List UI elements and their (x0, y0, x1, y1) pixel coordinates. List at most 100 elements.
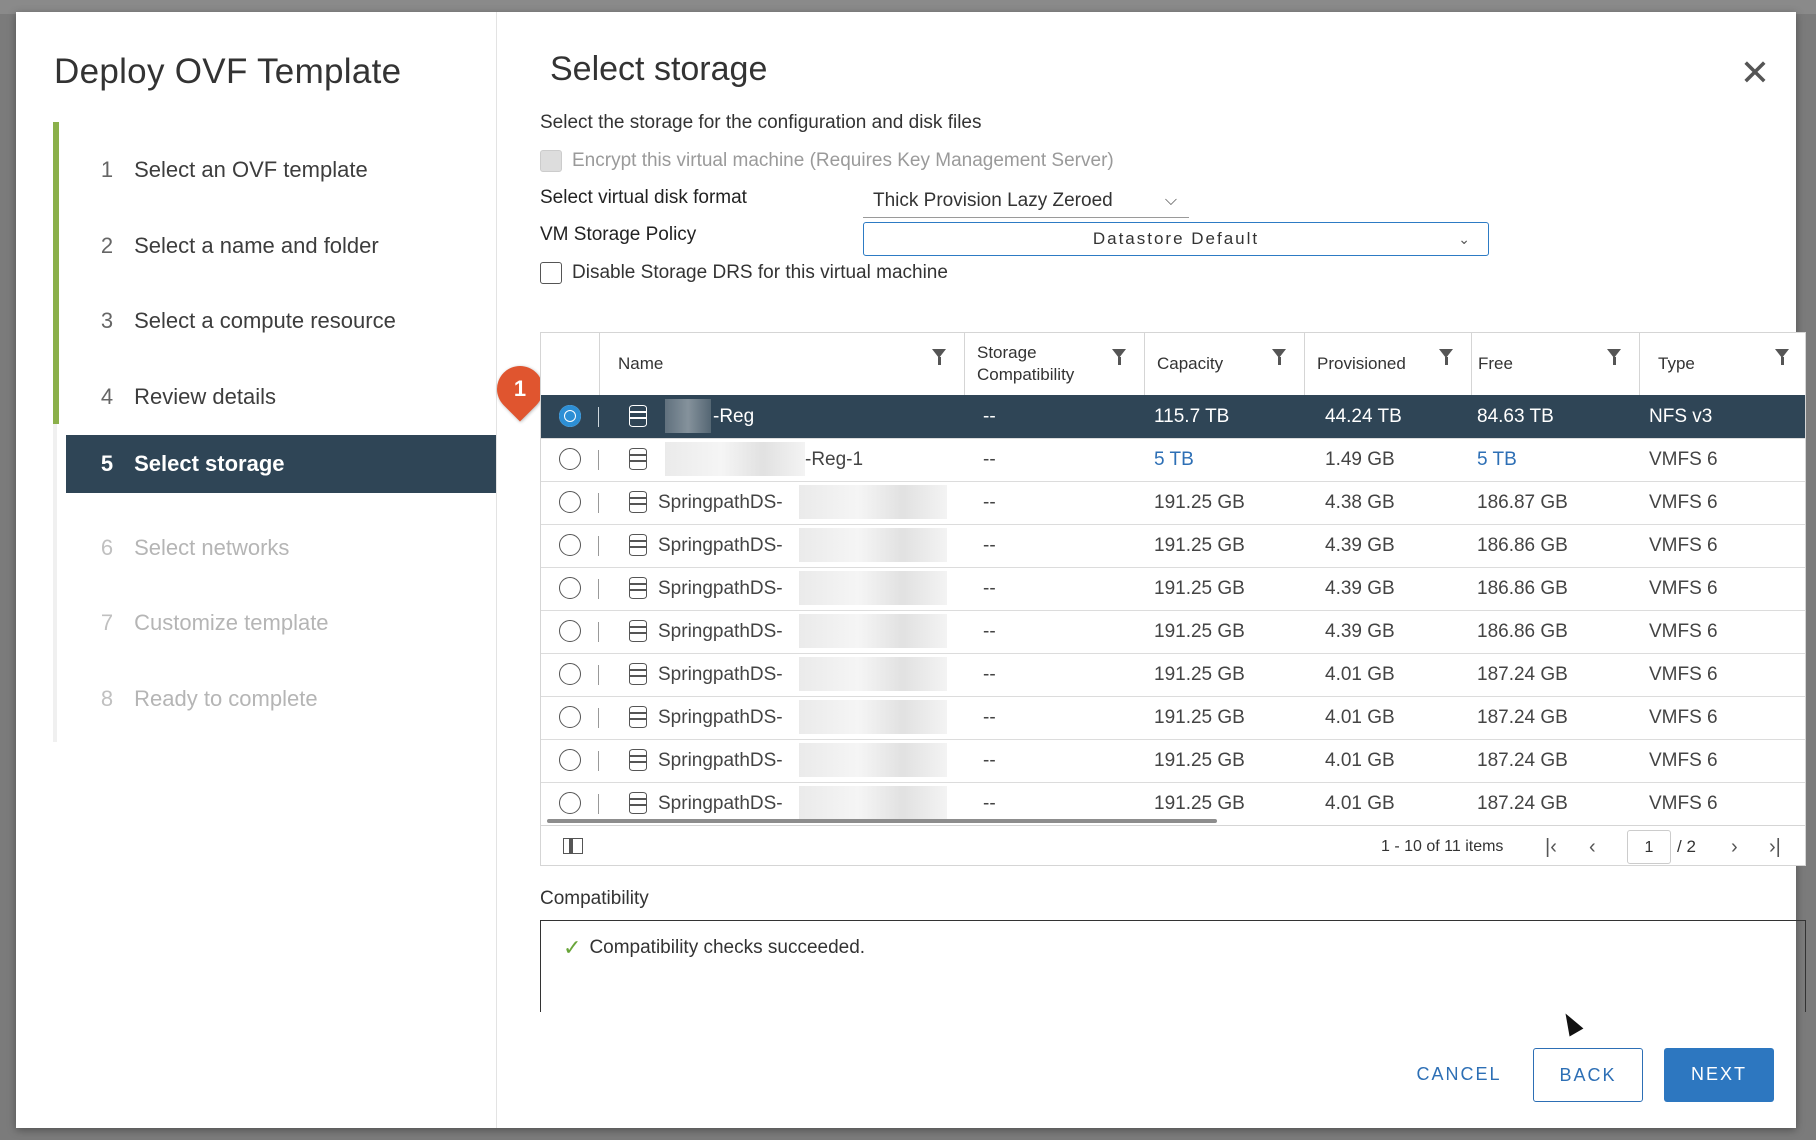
header-provisioned[interactable]: Provisioned (1304, 333, 1471, 395)
cell-capacity: 191.25 GB (1154, 578, 1245, 599)
table-row[interactable]: -Reg -- 115.7 TB 44.24 TB 84.63 TB NFS v3 (541, 395, 1805, 439)
wizard-nav: Deploy OVF Template 1 Select an OVF temp… (16, 12, 497, 1128)
row-radio[interactable] (559, 448, 581, 470)
cell-free: 186.86 GB (1477, 578, 1568, 599)
disable-drs-label: Disable Storage DRS for this virtual mac… (572, 262, 948, 283)
disable-drs-checkbox[interactable] (540, 262, 562, 284)
step-select-networks: 6 Select networks (66, 519, 496, 577)
compatibility-text: Compatibility checks succeeded. (589, 937, 866, 958)
storage-policy-value: Datastore Default (1092, 229, 1260, 248)
cell-compat: -- (983, 578, 996, 599)
cell-compat: -- (983, 406, 996, 427)
step-select-compute-resource[interactable]: 3 Select a compute resource (66, 292, 496, 350)
step-select-ovf-template[interactable]: 1 Select an OVF template (66, 141, 496, 199)
disk-format-label: Select virtual disk format (540, 187, 747, 208)
header-capacity[interactable]: Capacity (1144, 333, 1304, 395)
next-button[interactable]: NEXT (1664, 1048, 1774, 1102)
row-divider (598, 407, 599, 427)
horizontal-scrollbar[interactable] (547, 819, 1217, 823)
table-row[interactable]: SpringpathDS- -- 191.25 GB 4.38 GB 186.87 GB… (541, 481, 1805, 525)
header-type[interactable]: Type (1639, 333, 1805, 395)
cell-type: VMFS 6 (1649, 492, 1718, 513)
step-ready-to-complete: 8 Ready to complete (66, 670, 496, 728)
row-radio[interactable] (559, 491, 581, 513)
step-number: 2 (100, 233, 114, 258)
row-radio[interactable] (559, 706, 581, 728)
next-page-icon[interactable]: › (1731, 826, 1738, 865)
table-row[interactable]: -Reg-1 -- 5 TB 1.49 GB 5 TB VMFS 6 (541, 438, 1805, 482)
row-radio[interactable] (559, 620, 581, 642)
cell-provisioned: 4.01 GB (1325, 750, 1395, 771)
row-divider (598, 665, 599, 685)
compatibility-panel: ✓ Compatibility checks succeeded. (540, 920, 1806, 1012)
cell-name: SpringpathDS- (658, 621, 783, 642)
table-row[interactable]: SpringpathDS- -- 191.25 GB 4.01 GB 187.24 GB… (541, 739, 1805, 783)
table-row[interactable]: SpringpathDS- -- 191.25 GB 4.39 GB 186.86 GB… (541, 610, 1805, 654)
back-button[interactable]: BACK (1533, 1048, 1643, 1102)
filter-icon[interactable] (1439, 349, 1453, 365)
deploy-ovf-dialog: Deploy OVF Template 1 Select an OVF temp… (16, 12, 1806, 1128)
filter-icon[interactable] (1272, 349, 1286, 365)
cell-type: VMFS 6 (1649, 750, 1718, 771)
header-name[interactable]: Name (599, 333, 964, 395)
cell-compat: -- (983, 535, 996, 556)
storage-policy-select[interactable]: Datastore Default ⌄ (863, 222, 1489, 256)
datastore-icon (629, 620, 647, 642)
header-label: Free (1478, 354, 1513, 373)
cell-free: 186.87 GB (1477, 492, 1568, 513)
row-divider (598, 450, 599, 470)
row-radio[interactable] (559, 749, 581, 771)
step-label: Review details (134, 384, 276, 409)
step-number: 4 (100, 384, 114, 409)
step-select-name-folder[interactable]: 2 Select a name and folder (66, 217, 496, 275)
header-storage-compatibility[interactable]: Storage Compatibility (964, 333, 1144, 395)
cell-free: 187.24 GB (1477, 664, 1568, 685)
filter-icon[interactable] (1607, 349, 1621, 365)
row-radio[interactable] (559, 534, 581, 556)
step-review-details[interactable]: 4 Review details (66, 368, 496, 426)
last-page-icon[interactable]: ›| (1769, 826, 1781, 865)
cell-free[interactable]: 5 TB (1477, 438, 1517, 481)
close-icon[interactable]: ✕ (1738, 55, 1772, 92)
cell-provisioned: 4.01 GB (1325, 793, 1395, 814)
datastore-icon (629, 706, 647, 728)
row-divider (598, 622, 599, 642)
previous-page-icon[interactable]: ‹ (1589, 826, 1596, 865)
filter-icon[interactable] (932, 349, 946, 365)
cell-name: -Reg (713, 406, 755, 427)
cell-compat: -- (983, 492, 996, 513)
row-divider (598, 579, 599, 599)
cell-capacity[interactable]: 5 TB (1154, 438, 1194, 481)
row-radio[interactable] (559, 405, 581, 427)
cell-name: SpringpathDS- (658, 750, 783, 771)
cell-capacity: 191.25 GB (1154, 621, 1245, 642)
datastore-icon (629, 577, 647, 599)
column-toggle-icon[interactable] (563, 838, 583, 854)
table-row[interactable]: SpringpathDS- -- 191.25 GB 4.01 GB 187.24 GB… (541, 653, 1805, 697)
table-row[interactable]: SpringpathDS- -- 191.25 GB 4.01 GB 187.24 GB… (541, 696, 1805, 740)
cell-provisioned: 4.39 GB (1325, 578, 1395, 599)
table-row[interactable]: SpringpathDS- -- 191.25 GB 4.39 GB 186.86 GB… (541, 524, 1805, 568)
row-divider (598, 536, 599, 556)
page-number-input[interactable]: 1 (1627, 830, 1671, 864)
filter-icon[interactable] (1112, 349, 1126, 365)
redacted-name (665, 399, 711, 433)
table-row[interactable]: SpringpathDS- -- 191.25 GB 4.39 GB 186.86 GB… (541, 567, 1805, 611)
row-radio[interactable] (559, 792, 581, 814)
step-select-storage[interactable]: 5 Select storage (66, 435, 496, 493)
step-number: 8 (100, 686, 114, 711)
row-radio[interactable] (559, 577, 581, 599)
header-free[interactable]: Free (1471, 333, 1639, 395)
row-divider (598, 794, 599, 814)
cell-name: SpringpathDS- (658, 492, 783, 513)
row-radio[interactable] (559, 663, 581, 685)
filter-icon[interactable] (1775, 349, 1789, 365)
first-page-icon[interactable]: |‹ (1545, 826, 1557, 865)
pager-summary: 1 - 10 of 11 items (1381, 838, 1504, 855)
cell-capacity: 191.25 GB (1154, 707, 1245, 728)
step-label: Ready to complete (134, 686, 318, 711)
cell-name: -Reg-1 (805, 449, 864, 470)
disk-format-select[interactable]: Thick Provision Lazy Zeroed ⌵ (863, 184, 1189, 218)
redacted-name (799, 571, 947, 605)
cancel-button[interactable]: CANCEL (1394, 1048, 1524, 1102)
